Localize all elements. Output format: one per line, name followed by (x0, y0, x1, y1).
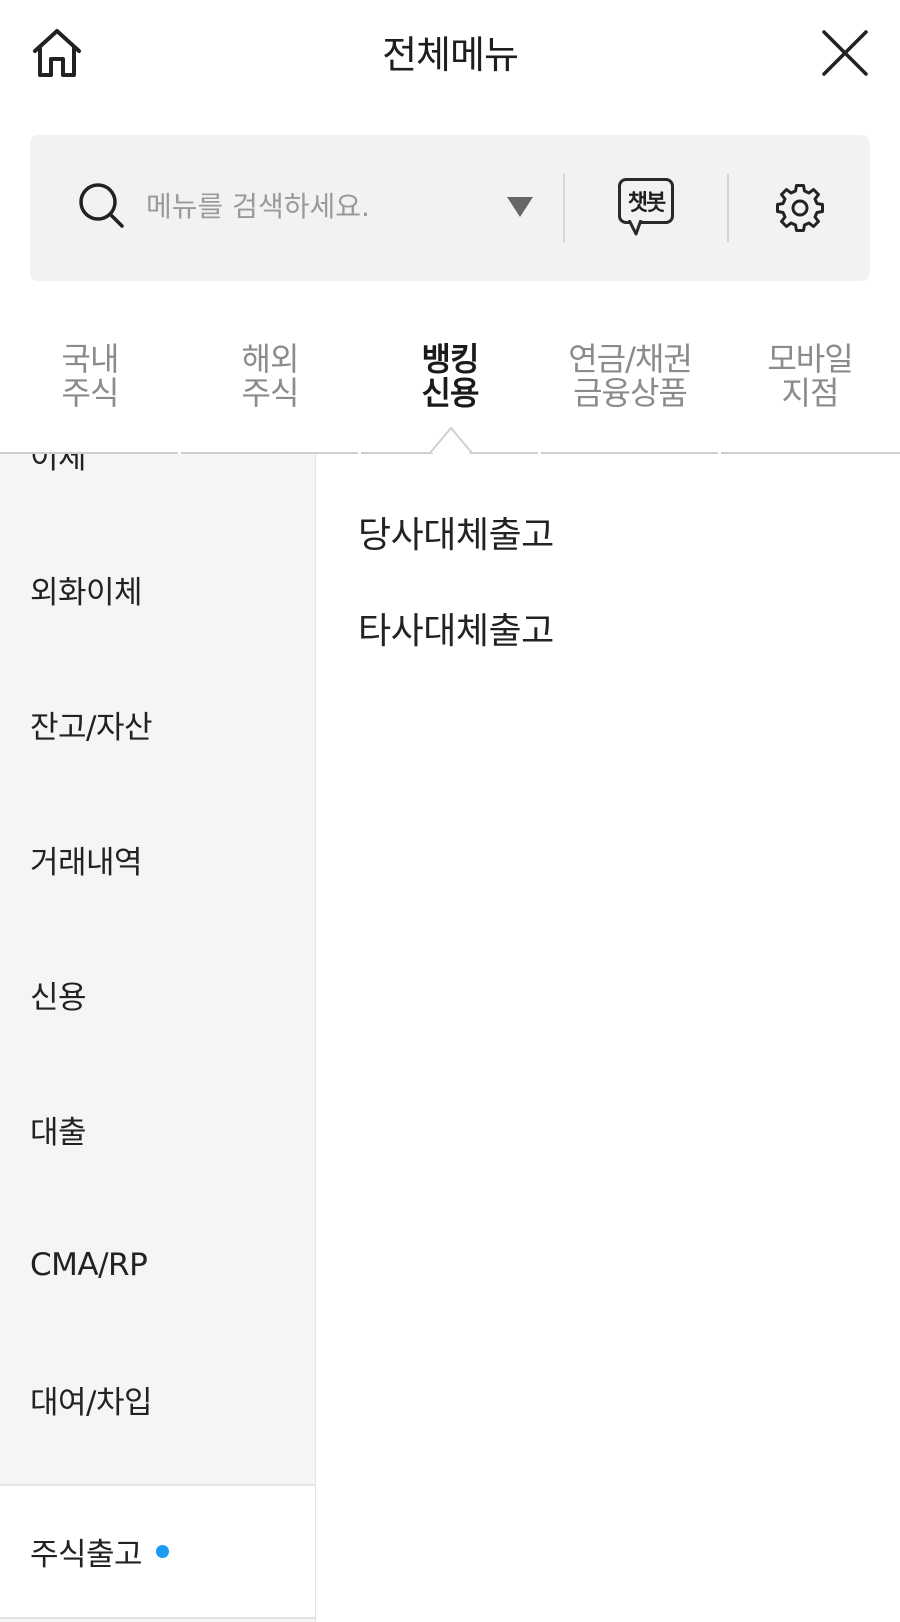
gear-icon[interactable] (776, 182, 824, 234)
tab-label-line1: 모바일 (767, 340, 853, 378)
new-badge-dot (156, 1545, 170, 1558)
tab-label-line1: 뱅킹 (421, 340, 480, 378)
search-input[interactable] (146, 186, 486, 226)
submenu-item-internal-transfer-out[interactable]: 당사대체출고 (358, 506, 554, 558)
chatbot-button[interactable]: 챗봇 (618, 178, 676, 240)
chat-bubble-tail-icon (628, 220, 643, 236)
submenu-panel: 당사대체출고 타사대체출고 (317, 454, 900, 1622)
category-item-credit[interactable]: 신용 (0, 927, 315, 1062)
search-icon (79, 183, 124, 228)
chatbot-label: 챗봇 (618, 178, 674, 224)
category-item-history[interactable]: 거래내역 (0, 792, 315, 927)
category-label: 잔고/자산 (30, 710, 153, 746)
tab-label-line2: 신용 (421, 374, 480, 412)
all-menu-screen: 전체메뉴 챗봇 국내 주식 해외 주 (0, 0, 900, 1622)
category-label: 외화이체 (30, 575, 143, 611)
tab-label-line2: 금융상품 (573, 374, 688, 412)
category-label: 신용 (30, 980, 87, 1016)
tab-label-line2: 주식 (241, 374, 300, 412)
tab-label-line1: 국내 (61, 340, 120, 378)
category-label: CMA/RP (30, 1246, 148, 1283)
category-item-balance[interactable]: 잔고/자산 (0, 657, 315, 792)
category-label: 거래내역 (30, 845, 143, 881)
tab-label-line1: 연금/채권 (568, 340, 693, 378)
category-item-lending[interactable]: 대여/차입 (0, 1332, 315, 1467)
tab-pension-bond[interactable]: 연금/채권 금융상품 (540, 342, 720, 410)
divider (563, 174, 565, 242)
category-item-transfer[interactable]: 이체 (0, 454, 315, 522)
tab-banking-credit[interactable]: 뱅킹 신용 (360, 342, 540, 410)
category-list: 이체 외화이체 잔고/자산 거래내역 신용 대출 CMA/RP 대여/차입 주식… (0, 454, 316, 1622)
tab-domestic-stock[interactable]: 국내 주식 (0, 342, 180, 410)
close-icon (822, 30, 868, 76)
category-label: 대출 (30, 1115, 87, 1151)
tab-overseas-stock[interactable]: 해외 주식 (180, 342, 360, 410)
submenu-item-external-transfer-out[interactable]: 타사대체출고 (358, 602, 554, 654)
category-item-fx-transfer[interactable]: 외화이체 (0, 522, 315, 657)
close-button[interactable] (814, 22, 876, 84)
category-label: 주식출고 (30, 1537, 143, 1573)
active-tab-indicator (430, 426, 472, 454)
tab-label-line1: 해외 (241, 340, 300, 378)
tab-mobile-branch[interactable]: 모바일 지점 (720, 342, 900, 410)
tab-label-line2: 주식 (61, 374, 120, 412)
divider (727, 174, 729, 242)
page-title: 전체메뉴 (382, 33, 519, 77)
category-item-loan[interactable]: 대출 (0, 1062, 315, 1197)
dropdown-triangle-icon[interactable] (505, 194, 535, 220)
category-item-cma-rp[interactable]: CMA/RP (0, 1197, 315, 1332)
header: 전체메뉴 (0, 0, 900, 105)
category-item-stock-withdrawal[interactable]: 주식출고 (0, 1484, 315, 1619)
category-label: 이체 (30, 454, 87, 476)
category-label: 대여/차입 (30, 1385, 153, 1421)
tab-label-line2: 지점 (781, 374, 840, 412)
